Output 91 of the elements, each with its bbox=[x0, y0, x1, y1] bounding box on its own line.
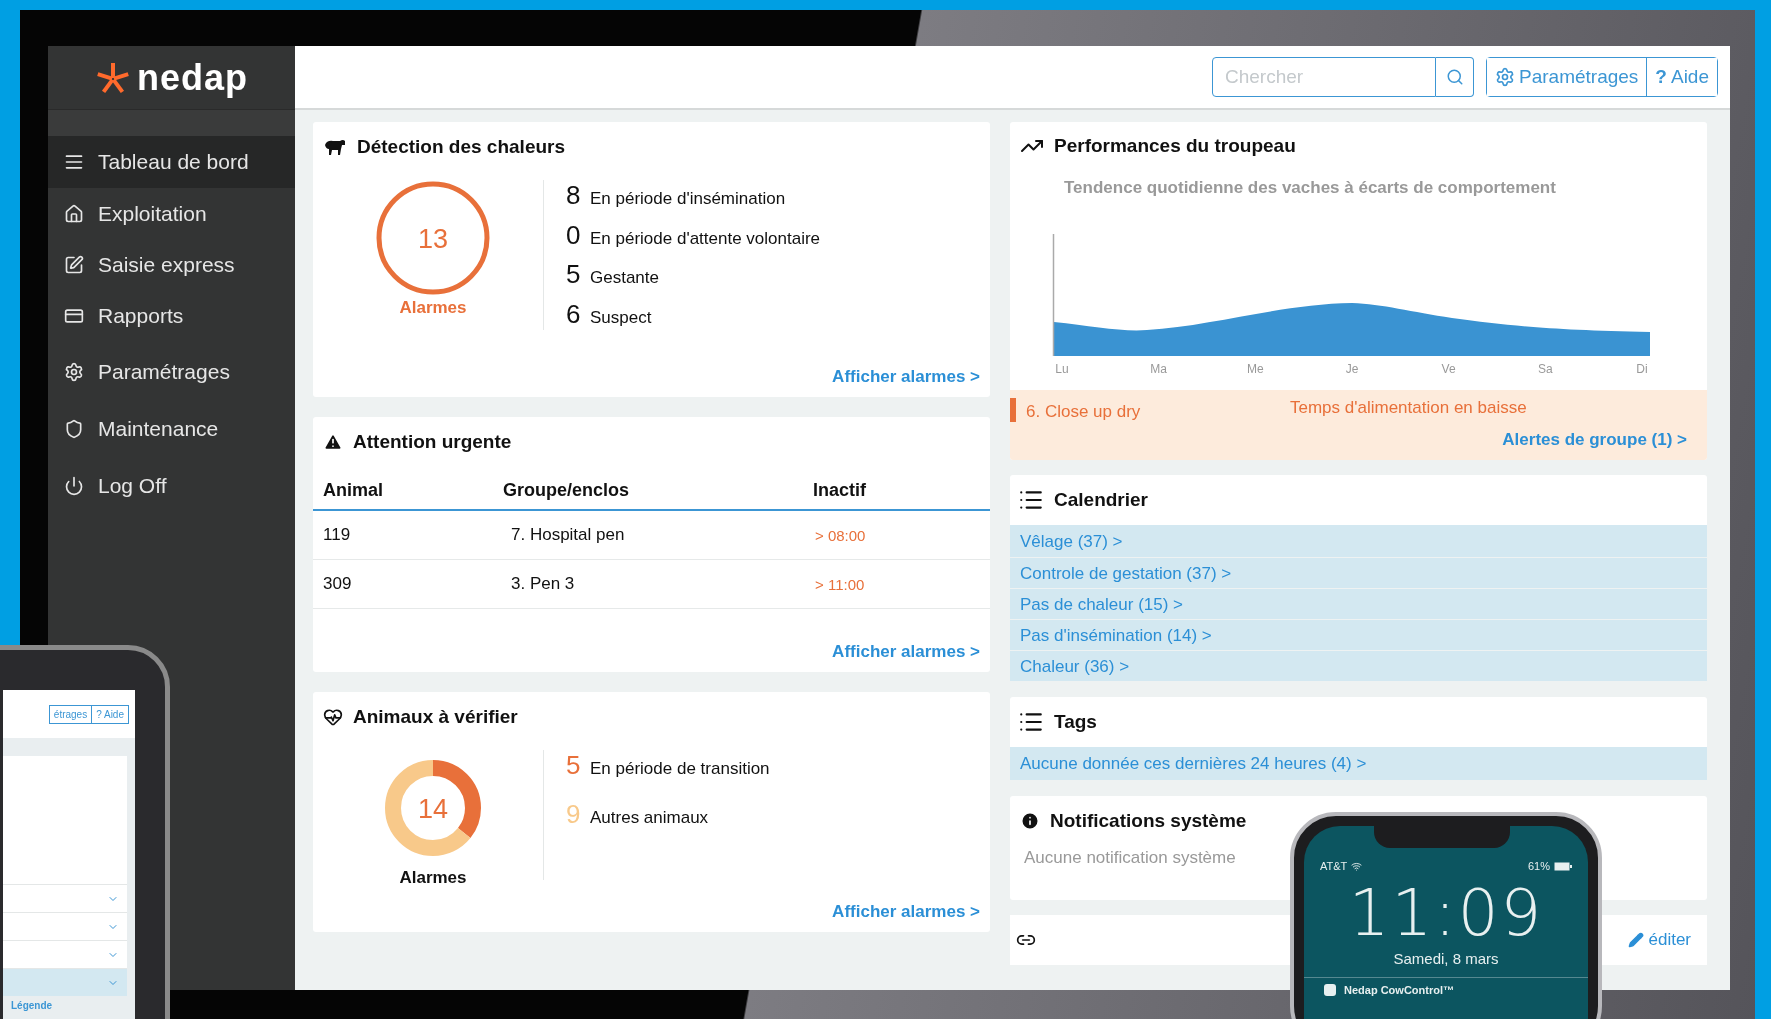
warning-icon bbox=[323, 432, 343, 452]
stat-count: 9 bbox=[566, 799, 582, 830]
power-icon bbox=[64, 476, 84, 496]
day-label: Ve bbox=[1440, 362, 1457, 376]
table-cell-text: > 11:00 bbox=[814, 575, 866, 593]
nav-item[interactable]: Maintenance bbox=[48, 402, 295, 456]
stat-count: 6 bbox=[566, 298, 582, 330]
card-title: Performances du troupeau bbox=[1054, 135, 1296, 157]
alarm-label: Alarmes bbox=[399, 298, 467, 318]
group-alerts-link[interactable]: Alertes de groupe (1) > bbox=[1502, 430, 1687, 450]
table-cell-text: 309 bbox=[323, 574, 353, 594]
tag-link[interactable]: Aucune donnée ces dernières 24 heures (4) > bbox=[1010, 747, 1707, 781]
stat-count: 5 bbox=[566, 259, 582, 291]
carrier-label: AT&T bbox=[1320, 860, 1348, 872]
settings-icon bbox=[64, 362, 84, 382]
logo-star-icon bbox=[95, 61, 131, 94]
lock-screen-date: Samedi, 8 mars bbox=[1393, 950, 1499, 967]
day-label: Ma bbox=[1149, 362, 1168, 376]
stat-label: En période d'insémination bbox=[590, 189, 786, 209]
alert-message: Temps d'alimentation en baisse bbox=[1290, 398, 1528, 419]
day-label: Di bbox=[1635, 362, 1649, 376]
wifi-icon bbox=[1351, 860, 1363, 872]
heart-pulse-icon bbox=[323, 707, 343, 727]
day-label: Je bbox=[1344, 362, 1360, 376]
nav-item[interactable]: Tableau de bord bbox=[48, 136, 295, 188]
card-icon bbox=[64, 306, 84, 326]
column-header: Groupe/enclos bbox=[503, 479, 631, 501]
nav-item[interactable]: Saisie express bbox=[48, 240, 295, 290]
table-cell-text: 3. Pen 3 bbox=[510, 574, 576, 594]
nav-item[interactable]: Log Off bbox=[48, 456, 295, 516]
settings-icon bbox=[1495, 67, 1515, 87]
card-title: Attention urgente bbox=[353, 431, 512, 453]
calendar-link[interactable]: Controle de gestation (37) > bbox=[1010, 558, 1707, 589]
stat-label: En période d'attente volontaire bbox=[590, 228, 821, 249]
stat-count: 5 bbox=[566, 750, 582, 781]
card-title: Tags bbox=[1054, 711, 1097, 733]
shield-icon bbox=[64, 419, 84, 439]
calendar-link[interactable]: Chaleur (36) > bbox=[1010, 651, 1707, 682]
day-label: Sa bbox=[1536, 362, 1554, 376]
empty-message: Aucune notification système bbox=[1024, 848, 1236, 868]
card-title: Détection des chaleurs bbox=[357, 136, 566, 158]
tablet-button[interactable]: étrages bbox=[48, 704, 93, 724]
menu-icon bbox=[64, 152, 84, 172]
column-header: Inactif bbox=[813, 479, 867, 501]
edit-link[interactable]: éditer bbox=[1628, 930, 1691, 950]
day-label: Me bbox=[1245, 362, 1265, 376]
show-alarms-link[interactable]: Afficher alarmes > bbox=[832, 367, 980, 387]
show-alarms-link[interactable]: Afficher alarmes > bbox=[832, 642, 980, 662]
stat-label: Autres animaux bbox=[590, 808, 709, 828]
column-header: Animal bbox=[323, 479, 384, 501]
alert-marker bbox=[1010, 398, 1016, 422]
app-icon bbox=[1324, 984, 1336, 996]
stat-label: En période de transition bbox=[590, 759, 770, 779]
card-title: Notifications système bbox=[1050, 810, 1247, 832]
stat-label: Gestante bbox=[590, 268, 659, 289]
calendar-link[interactable]: Pas de chaleur (15) > bbox=[1010, 589, 1707, 620]
lock-screen-time: 11:09 bbox=[1348, 876, 1544, 950]
search-icon bbox=[1445, 68, 1464, 86]
logo-text: nedap bbox=[137, 56, 248, 99]
cow-icon bbox=[323, 137, 347, 157]
help-button[interactable]: ? Aide bbox=[1646, 58, 1717, 96]
nav-item[interactable]: Exploitation bbox=[48, 188, 295, 240]
ring-gauge: 13 bbox=[375, 180, 491, 296]
nav-item[interactable]: Rapports bbox=[48, 290, 295, 342]
chart-subtitle: Tendence quotidienne des vaches à écarts de comportement bbox=[1063, 177, 1557, 198]
show-alarms-link[interactable]: Afficher alarmes > bbox=[832, 902, 980, 922]
battery-icon bbox=[1554, 861, 1572, 871]
stat-count: 8 bbox=[566, 180, 582, 211]
nav-item[interactable]: Paramétrages bbox=[48, 342, 295, 402]
table-cell-text: 119 bbox=[323, 525, 352, 545]
pencil-icon bbox=[1628, 932, 1645, 948]
calendar-link[interactable]: Vêlage (37) > bbox=[1010, 525, 1707, 558]
edit-icon bbox=[64, 255, 84, 275]
card-title: Animaux à vérifier bbox=[353, 706, 518, 728]
home-icon bbox=[64, 204, 84, 224]
calendar-link[interactable]: Pas d'insémination (14) > bbox=[1010, 620, 1707, 651]
search-button[interactable] bbox=[1436, 57, 1474, 97]
card-title: Calendrier bbox=[1054, 489, 1148, 511]
group-name: 6. Close up dry bbox=[1026, 402, 1142, 422]
table-cell-text: > 08:00 bbox=[814, 526, 867, 544]
legend-link[interactable]: Légende bbox=[3, 996, 135, 1011]
battery-level: 61% bbox=[1527, 860, 1550, 872]
day-label: Lu bbox=[1054, 362, 1070, 376]
notification-title: Nedap CowControl™ bbox=[1344, 984, 1454, 996]
search-field[interactable]: Chercher bbox=[1212, 57, 1436, 97]
table-cell-text: 7. Hospital pen bbox=[510, 525, 626, 545]
info-icon bbox=[1020, 811, 1040, 831]
stat-label: Suspect bbox=[590, 307, 652, 328]
alarm-label: Alarmes bbox=[399, 868, 467, 888]
tablet-button[interactable]: ? Aide bbox=[92, 704, 129, 724]
stat-count: 0 bbox=[566, 219, 582, 251]
